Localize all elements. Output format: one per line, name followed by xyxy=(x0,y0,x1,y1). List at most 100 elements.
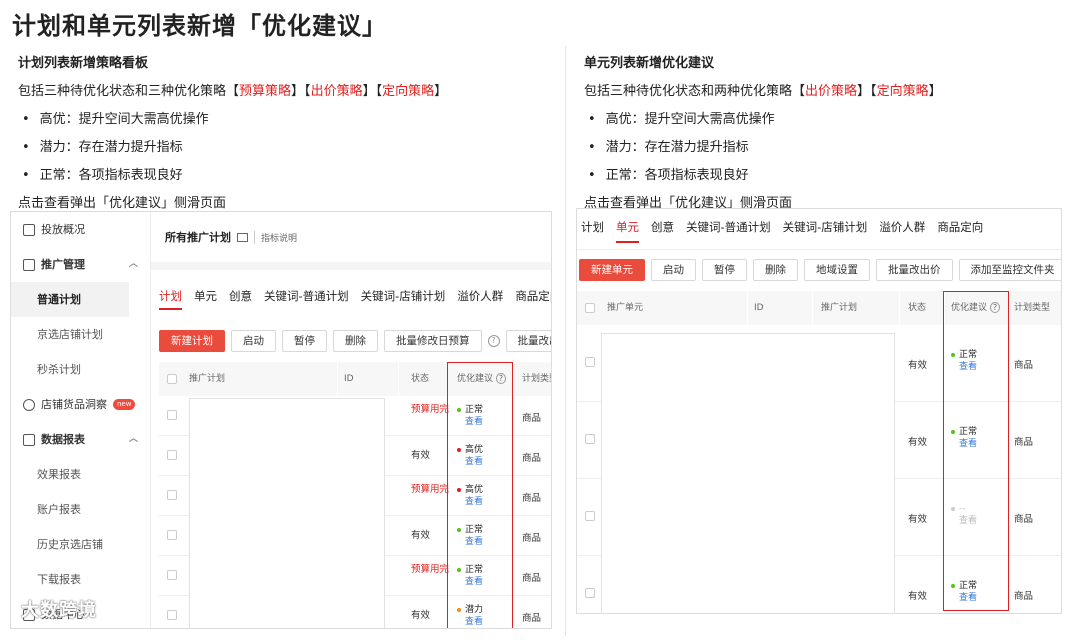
row-checkbox[interactable] xyxy=(585,511,595,521)
row-checkbox[interactable] xyxy=(167,410,177,420)
delete-button[interactable]: 删除 xyxy=(753,259,798,281)
start-button[interactable]: 启动 xyxy=(651,259,696,281)
tab-product-target[interactable]: 商品定向 xyxy=(515,288,551,310)
type-cell: 商品 xyxy=(522,573,542,584)
row-checkbox[interactable] xyxy=(167,490,177,500)
right-description: 单元列表新增优化建议 包括三种待优化状态和两种优化策略【出价策略】【定向策略】 … xyxy=(584,52,1064,220)
bracket: 】 xyxy=(434,84,448,99)
suggestion-highlight xyxy=(447,362,513,628)
status-cell: 有效 xyxy=(908,360,928,371)
th-type: 计划类型 xyxy=(1010,291,1061,325)
tab-keyword-store[interactable]: 关键词-店铺计划 xyxy=(783,219,868,243)
bracket: 】 xyxy=(928,84,942,99)
type-cell: 商品 xyxy=(522,533,542,544)
sidebar-group-promo[interactable]: 推广管理 ︿ xyxy=(11,247,150,282)
tab-creative[interactable]: 创意 xyxy=(229,288,252,310)
sidebar-item-flash-plan[interactable]: 秒杀计划 xyxy=(11,352,150,387)
left-desc-text: 包括三种待优化状态和三种优化策略 xyxy=(18,84,227,99)
status-cell: 有效 xyxy=(908,514,928,525)
plan-table: 推广计划 ID 状态 优化建议 ? 计划类型 预算用完正常查看商品有效高优查看商… xyxy=(159,362,551,628)
tab-product-target[interactable]: 商品定向 xyxy=(937,219,983,243)
tag-budget: 预算策略 xyxy=(239,84,292,99)
right-desc-text: 包括三种待优化状态和两种优化策略 xyxy=(584,84,793,99)
new-plan-button[interactable]: 新建计划 xyxy=(159,330,225,352)
monitor-icon xyxy=(23,223,35,236)
th-plan: 推广计划 xyxy=(813,291,899,325)
bullet-high: 高优：提升空间大需高优操作 xyxy=(584,108,1064,127)
pause-button[interactable]: 暂停 xyxy=(282,330,327,352)
th-id: ID xyxy=(748,291,812,325)
sidebar-label: 推广管理 xyxy=(41,258,85,271)
tab-keyword-store[interactable]: 关键词-店铺计划 xyxy=(361,288,446,310)
sidebar-item-overview[interactable]: 投放概况 xyxy=(11,212,150,247)
add-monitor-folder-button[interactable]: 添加至监控文件夹 xyxy=(958,259,1061,281)
redacted-block xyxy=(601,333,895,613)
left-heading: 计划列表新增策略看板 xyxy=(18,56,149,71)
row-checkbox[interactable] xyxy=(585,588,595,598)
new-badge: new xyxy=(113,399,136,410)
status-cell: 有效 xyxy=(908,437,928,448)
row-checkbox[interactable] xyxy=(167,610,177,620)
start-button[interactable]: 启动 xyxy=(231,330,276,352)
right-desc: 包括三种待优化状态和两种优化策略【出价策略】【定向策略】 xyxy=(584,80,1064,99)
tab-plan[interactable]: 计划 xyxy=(159,288,182,310)
redacted-block xyxy=(189,398,385,628)
th-unit: 推广单元 xyxy=(577,291,747,325)
tag-target: 定向策略 xyxy=(382,84,435,99)
sidebar-item-effect-report[interactable]: 效果报表 xyxy=(11,457,150,492)
help-icon[interactable]: ? xyxy=(487,335,500,347)
sidebar-item-store-plan[interactable]: 京选店铺计划 xyxy=(11,317,150,352)
th-label: 推广计划 xyxy=(189,374,226,384)
tab-premium-crowd[interactable]: 溢价人群 xyxy=(879,219,925,243)
sidebar-group-reports[interactable]: 数据报表 ︿ xyxy=(11,422,150,457)
column-divider xyxy=(565,46,566,636)
bracket: 【 xyxy=(226,84,240,99)
sidebar-item-normal-plan[interactable]: 普通计划 xyxy=(11,282,129,317)
left-description: 计划列表新增策略看板 包括三种待优化状态和三种优化策略【预算策略】【出价策略】【… xyxy=(18,52,558,220)
tab-unit[interactable]: 单元 xyxy=(616,219,639,243)
left-main: 所有推广计划 指标说明 计划 单元 创意 关键词-普通计划 关键词-店铺计划 溢… xyxy=(151,212,551,628)
tab-bar: 计划 单元 创意 关键词-普通计划 关键词-店铺计划 溢价人群 商品定向 xyxy=(159,288,551,310)
insight-icon xyxy=(23,398,35,411)
region-setting-button[interactable]: 地域设置 xyxy=(804,259,870,281)
type-cell: 商品 xyxy=(522,413,542,424)
row-checkbox[interactable] xyxy=(585,357,595,367)
sidebar-item-account-report[interactable]: 账户报表 xyxy=(11,492,150,527)
row-checkbox[interactable] xyxy=(585,434,595,444)
status-cell: 预算用完 xyxy=(411,484,450,495)
batch-bid-button[interactable]: 批量改出价 xyxy=(505,330,551,352)
tab-unit[interactable]: 单元 xyxy=(194,288,217,310)
batch-budget-button[interactable]: 批量修改日预算 xyxy=(384,330,482,352)
type-cell: 商品 xyxy=(1014,514,1034,525)
metric-tip-link[interactable]: 指标说明 xyxy=(254,230,297,244)
tab-keyword-normal[interactable]: 关键词-普通计划 xyxy=(686,219,771,243)
th-type: 计划类型 xyxy=(514,362,551,396)
bracket: 】【 xyxy=(362,84,383,99)
th-label: 推广单元 xyxy=(607,303,644,313)
tab-plan[interactable]: 计划 xyxy=(581,219,604,243)
select-all-checkbox[interactable] xyxy=(167,374,177,384)
batch-bid-button[interactable]: 批量改出价 xyxy=(876,259,953,281)
tab-keyword-normal[interactable]: 关键词-普通计划 xyxy=(264,288,349,310)
unit-list-screenshot: 计划 单元 创意 关键词-普通计划 关键词-店铺计划 溢价人群 商品定向 新建单… xyxy=(576,208,1062,614)
sidebar-item-insight[interactable]: 店铺货品洞察 new xyxy=(11,387,150,422)
tab-premium-crowd[interactable]: 溢价人群 xyxy=(457,288,503,310)
delete-button[interactable]: 删除 xyxy=(333,330,378,352)
new-unit-button[interactable]: 新建单元 xyxy=(579,259,645,281)
type-cell: 商品 xyxy=(1014,437,1034,448)
sidebar-item-download[interactable]: 下载报表 xyxy=(11,562,150,597)
chart-icon[interactable] xyxy=(237,232,248,242)
tag-bid: 出价策略 xyxy=(805,84,858,99)
row-checkbox[interactable] xyxy=(167,570,177,580)
select-all-checkbox[interactable] xyxy=(585,303,595,313)
pause-button[interactable]: 暂停 xyxy=(702,259,747,281)
th-status: 状态 xyxy=(399,362,449,396)
bullet-potential: 潜力：存在潜力提升指标 xyxy=(584,136,1064,155)
bullet-potential: 潜力：存在潜力提升指标 xyxy=(18,136,558,155)
sidebar-item-history[interactable]: 历史京选店铺 xyxy=(11,527,150,562)
row-checkbox[interactable] xyxy=(167,530,177,540)
suggestion-highlight xyxy=(943,291,1009,611)
type-cell: 商品 xyxy=(522,613,542,624)
tab-creative[interactable]: 创意 xyxy=(651,219,674,243)
row-checkbox[interactable] xyxy=(167,450,177,460)
